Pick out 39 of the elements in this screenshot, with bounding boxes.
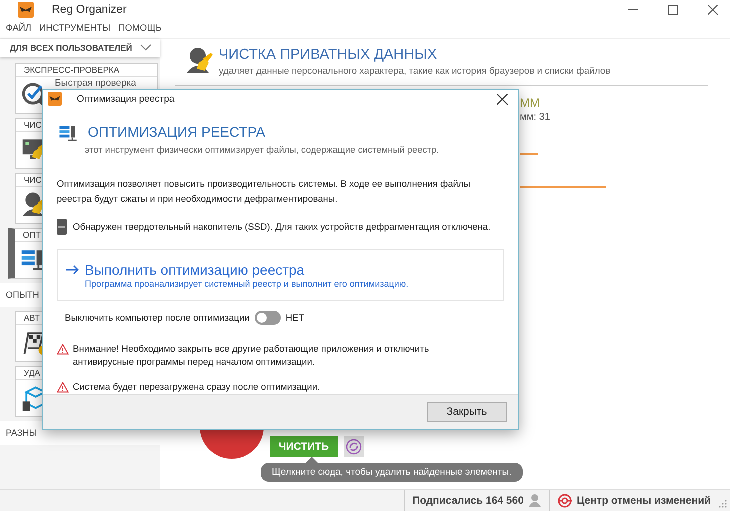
toggle-switch[interactable] xyxy=(254,311,281,326)
card-title: ЭКСПРЕСС-ПРОВЕРКА xyxy=(16,64,157,77)
dropdown-label: ДЛЯ ВСЕХ ПОЛЬЗОВАТЕЛЕЙ xyxy=(10,43,132,53)
action-title: Выполнить оптимизацию реестра xyxy=(85,262,305,278)
arrow-right-icon xyxy=(66,264,79,275)
maximize-icon[interactable] xyxy=(668,5,678,15)
panel-title: ММ xyxy=(520,96,541,110)
person-icon xyxy=(528,494,541,507)
app-logo-icon xyxy=(48,92,62,106)
person-broom-icon xyxy=(185,45,215,75)
progress-line xyxy=(520,153,538,155)
menu-item[interactable]: ИНСТРУМЕНТЫ xyxy=(40,23,111,38)
resize-grip-icon[interactable] xyxy=(719,500,727,508)
warning-text: Система будет перезагружена сразу после оптимизации. xyxy=(73,381,320,394)
page-title: ЧИСТКА ПРИВАТНЫХ ДАННЫХ xyxy=(219,46,438,65)
page-subtitle: удаляет данные персонального характера, такие как история браузеров и списки файлов xyxy=(219,65,611,76)
close-button[interactable]: Закрыть xyxy=(427,402,507,422)
warning-icon xyxy=(57,382,69,394)
menu-item[interactable]: ПОМОЩЬ xyxy=(118,23,162,38)
user-scope-dropdown[interactable]: ДЛЯ ВСЕХ ПОЛЬЗОВАТЕЛЕЙ xyxy=(0,39,160,57)
undo-center-link[interactable]: Центр отмены изменений xyxy=(548,490,719,511)
action-description: Программа проанализирует системный реестр и выполнит его оптимизацию. xyxy=(84,278,410,289)
app-logo-icon xyxy=(18,2,34,18)
card-item: Быстрая проверка xyxy=(55,79,136,89)
close-icon[interactable] xyxy=(708,5,718,15)
panel-text: мм: 31 xyxy=(520,112,552,123)
window-title: Reg Organizer xyxy=(52,4,127,16)
target-icon xyxy=(558,494,572,508)
subscribers-count: Подписались 164 560 xyxy=(412,494,524,506)
warning-icon xyxy=(57,344,69,356)
tooltip: Щелкните сюда, чтобы удалить найденные элементы. xyxy=(261,457,523,482)
warning-text: Внимание! Необходимо закрыть все другие работающие приложения и отключить антивирусные программы перед началом оптимизации. xyxy=(73,343,430,370)
menu-item[interactable]: ФАЙЛ xyxy=(6,23,32,38)
dialog-subtitle: этот инструмент физически оптимизирует файлы, содержащие системный реестр. xyxy=(85,145,440,156)
close-icon[interactable] xyxy=(497,94,508,105)
optimize-action-link[interactable]: Выполнить оптимизацию реестра Программа проанализирует системный реестр и выполнит его оптимизацию. xyxy=(57,249,504,302)
toggle-value: НЕТ xyxy=(286,313,304,324)
ssd-drive-icon xyxy=(57,219,67,236)
chevron-down-icon xyxy=(140,44,152,52)
